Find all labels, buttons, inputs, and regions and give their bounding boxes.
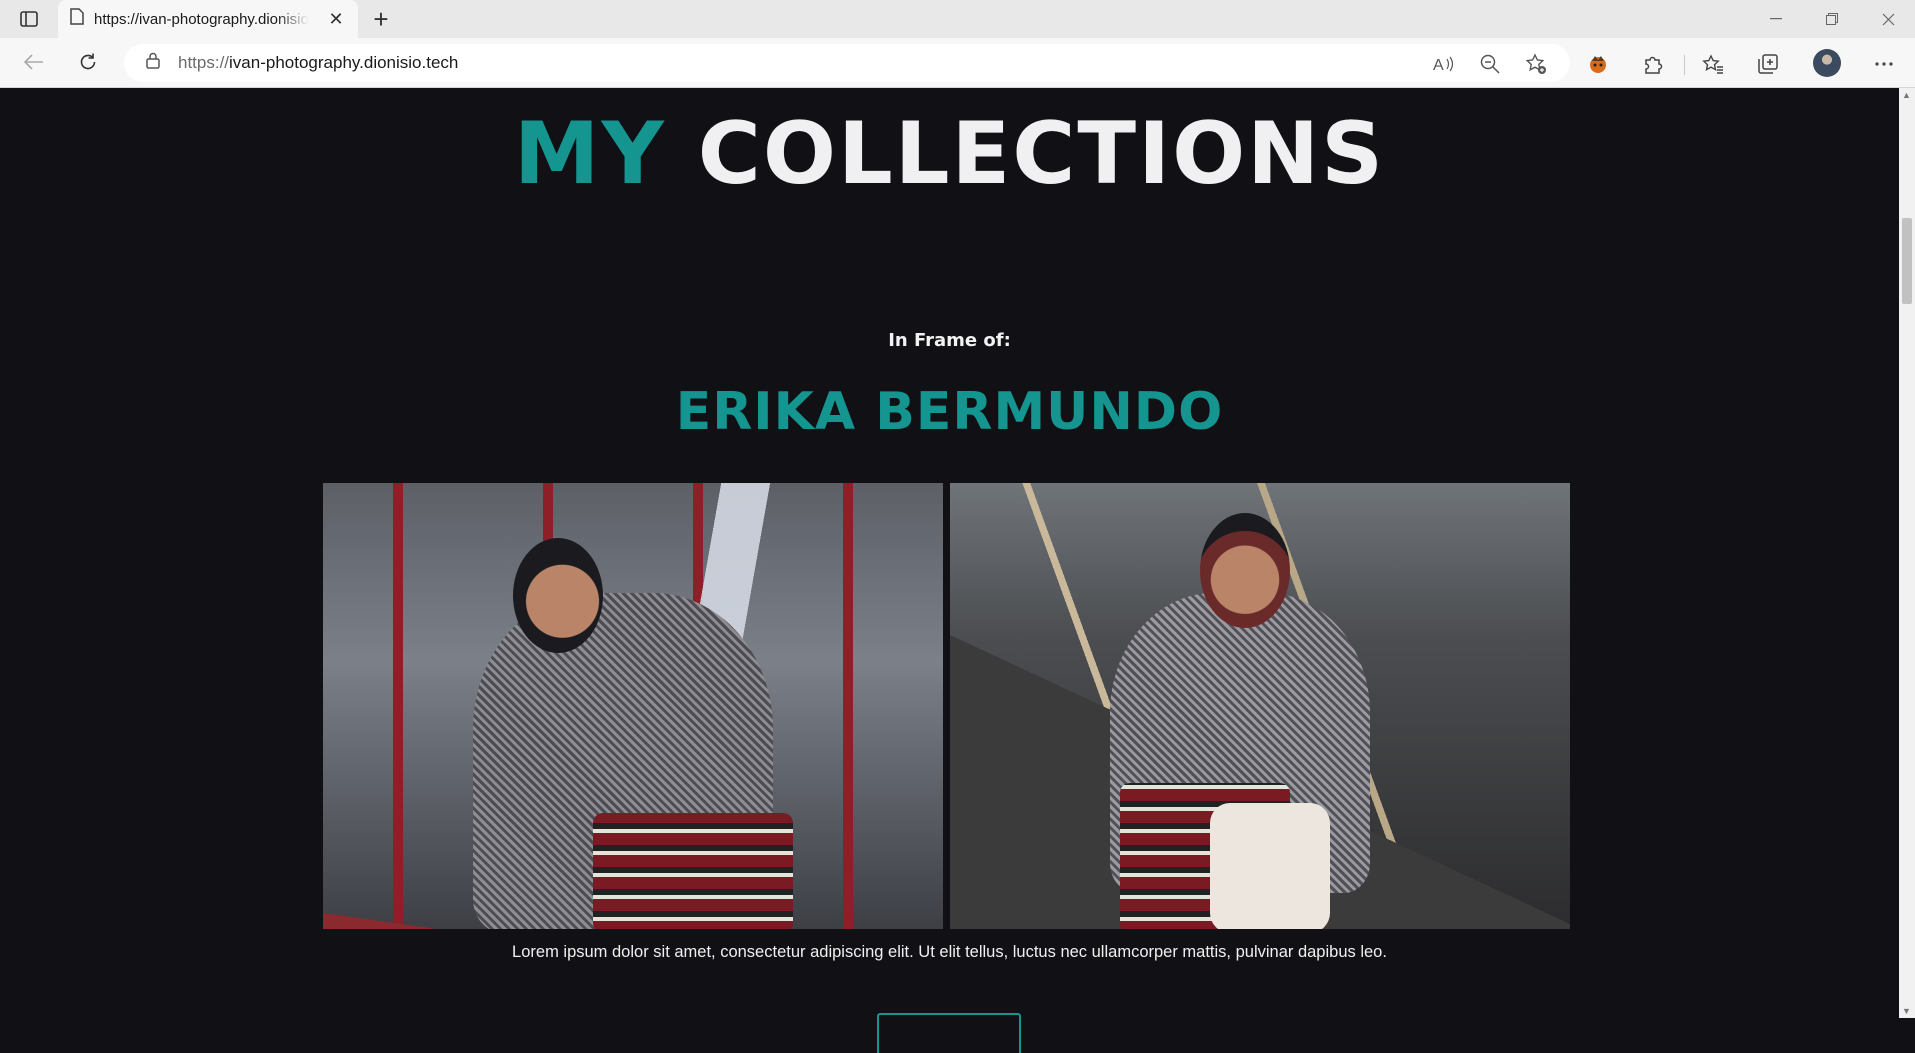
photo-subject-head <box>513 538 603 653</box>
address-bar[interactable]: https://ivan-photography.dionisio.tech A <box>124 44 1570 82</box>
refresh-button[interactable] <box>72 48 104 80</box>
photo-subject-skirt <box>593 813 793 929</box>
browser-toolbar: https://ivan-photography.dionisio.tech A <box>0 38 1915 88</box>
back-button[interactable] <box>18 48 50 80</box>
collections-heading: MY COLLECTIONS <box>0 94 1899 214</box>
gallery-photo-right[interactable] <box>950 483 1570 929</box>
favorites-icon[interactable] <box>1697 48 1729 80</box>
svg-text:A: A <box>1433 57 1444 73</box>
profile-avatar[interactable] <box>1813 49 1841 77</box>
url-text[interactable]: https://ivan-photography.dionisio.tech <box>178 53 458 73</box>
close-icon[interactable]: ✕ <box>326 9 346 30</box>
extension-icon[interactable] <box>1582 48 1614 80</box>
url-host: ivan-photography.dionisio.tech <box>229 53 459 72</box>
new-tab-button[interactable]: + <box>366 4 396 34</box>
zoom-out-icon[interactable] <box>1476 50 1504 78</box>
puzzle-icon[interactable] <box>1637 48 1669 80</box>
web-page: MY COLLECTIONS In Frame of: ERIKA BERMUN… <box>0 88 1899 1018</box>
scrollbar-thumb[interactable] <box>1902 218 1912 304</box>
heading-rest: COLLECTIONS <box>697 104 1386 204</box>
gallery-photo-left[interactable] <box>323 483 943 929</box>
page-scrollbar[interactable]: ▲ ▼ <box>1899 88 1915 1018</box>
in-frame-label: In Frame of: <box>888 330 1011 351</box>
photo-subject-head <box>1200 513 1290 628</box>
heading-accent: MY <box>513 104 666 204</box>
browser-tab[interactable]: https://ivan-photography.dionisio.tech ✕ <box>58 0 358 38</box>
plus-icon: + <box>373 4 389 34</box>
collections-icon[interactable] <box>1752 48 1784 80</box>
scroll-up-icon[interactable]: ▲ <box>1902 90 1911 100</box>
tab-strip: https://ivan-photography.dionisio.tech ✕… <box>0 0 1915 38</box>
arrow-left-icon <box>23 53 44 75</box>
page-icon <box>70 8 84 30</box>
tab-title: https://ivan-photography.dionisio.tech <box>94 10 309 28</box>
read-aloud-icon[interactable]: A <box>1430 50 1458 78</box>
tab-actions-icon[interactable] <box>14 8 44 30</box>
refresh-icon <box>78 52 98 77</box>
collection-caption: Lorem ipsum dolor sit amet, consectetur … <box>512 943 1387 961</box>
lock-icon[interactable] <box>146 52 160 74</box>
scroll-down-icon[interactable]: ▼ <box>1902 1006 1911 1016</box>
model-name: ERIKA BERMUNDO <box>675 382 1224 442</box>
star-add-icon[interactable] <box>1522 50 1550 78</box>
restore-button[interactable] <box>1804 0 1860 38</box>
toolbar-separator <box>1684 55 1685 75</box>
view-more-button[interactable] <box>877 1013 1021 1053</box>
minimize-button[interactable] <box>1748 0 1804 38</box>
ellipsis-icon[interactable] <box>1868 48 1900 80</box>
window-close-button[interactable] <box>1860 0 1915 38</box>
photo-subject-tulle <box>1210 803 1330 929</box>
url-scheme: https:// <box>178 53 230 72</box>
